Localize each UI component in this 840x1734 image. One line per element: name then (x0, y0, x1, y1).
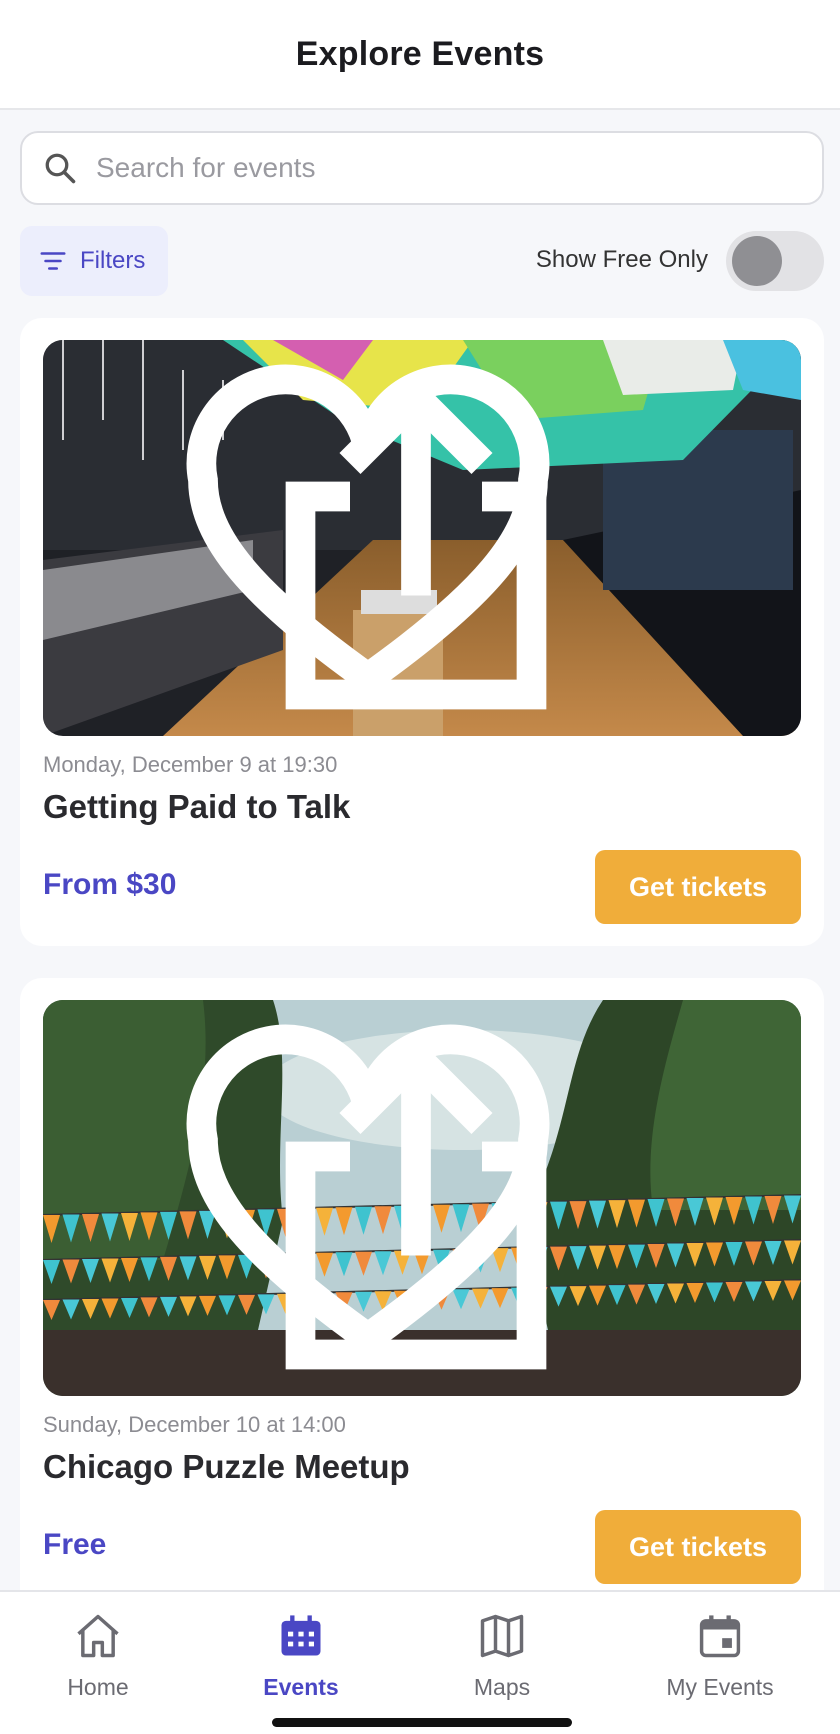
tab-home[interactable]: Home (8, 1610, 188, 1701)
event-title[interactable]: Getting Paid to Talk (43, 788, 350, 826)
event-date: Monday, December 9 at 19:30 (43, 752, 338, 777)
tab-events[interactable]: Events (211, 1610, 391, 1701)
tab-home-label: Home (67, 1674, 129, 1700)
page-title: Explore Events (295, 34, 545, 73)
event-image (43, 1000, 801, 1396)
event-image (43, 340, 801, 736)
home-indicator (272, 1718, 572, 1727)
tab-events-label: Events (263, 1674, 339, 1700)
event-price: From $30 (43, 868, 177, 901)
get-tickets-button[interactable]: Get tickets (595, 1510, 801, 1584)
share-icon[interactable] (43, 348, 795, 736)
event-date: Sunday, December 10 at 14:00 (43, 1412, 346, 1437)
share-icon[interactable] (43, 1008, 795, 1396)
get-tickets-button[interactable]: Get tickets (595, 850, 801, 924)
filters-button[interactable]: Filters (20, 226, 168, 296)
show-free-only-label: Show Free Only (535, 246, 708, 273)
search-input[interactable] (96, 152, 776, 184)
event-title[interactable]: Chicago Puzzle Meetup (43, 1448, 410, 1486)
search-icon (45, 153, 76, 184)
event-card[interactable]: Sunday, December 10 at 14:00 Chicago Puz… (20, 978, 824, 1618)
search-bar[interactable] (20, 131, 824, 205)
tab-maps[interactable]: Maps (412, 1610, 592, 1701)
calendar-check-icon (699, 1615, 741, 1658)
bottom-tab-bar: Home Events Maps My Events (0, 1590, 840, 1734)
filters-label: Filters (80, 247, 146, 274)
tab-maps-label: Maps (473, 1674, 531, 1700)
map-icon (480, 1614, 524, 1658)
show-free-only-toggle[interactable] (726, 231, 824, 291)
home-icon (77, 1614, 119, 1658)
filter-icon (40, 252, 66, 270)
toggle-knob (732, 236, 782, 286)
event-card[interactable]: Monday, December 9 at 19:30 Getting Paid… (20, 318, 824, 946)
event-price: Free (43, 1528, 107, 1561)
tab-my-events-label: My Events (666, 1674, 774, 1700)
tab-my-events[interactable]: My Events (630, 1610, 810, 1701)
calendar-icon (281, 1615, 321, 1656)
app-header: Explore Events (0, 0, 840, 110)
